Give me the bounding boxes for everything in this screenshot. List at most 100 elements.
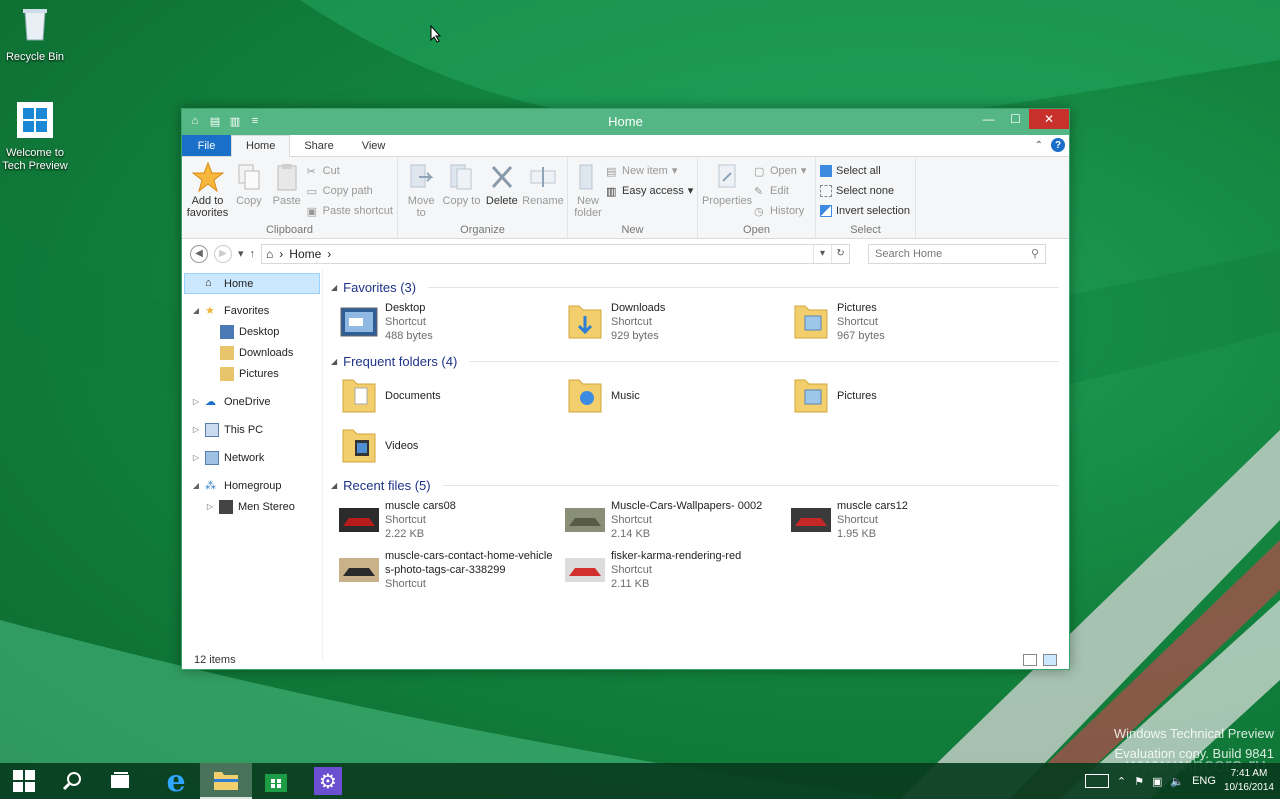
volume-icon[interactable]: 🔈 [1170, 775, 1184, 788]
paste-shortcut-button[interactable]: ▣ Paste shortcut [307, 203, 393, 218]
explorer-body: ⌂ Home ◢ ★ Favorites Desktop Downloads Pic… [182, 269, 1069, 661]
start-button[interactable] [0, 763, 48, 799]
tile-name: Pictures [837, 302, 877, 314]
tile-size: 2.14 KB [611, 528, 651, 540]
list-item[interactable]: Music [565, 371, 791, 421]
nav-item-pictures[interactable]: Pictures [182, 363, 322, 384]
welcome-desktop-icon[interactable]: Welcome to Tech Preview [0, 100, 70, 173]
touch-keyboard-icon[interactable] [1084, 774, 1109, 788]
recent-tiles: muscle cars08 Shortcut 2.22 KB Muscle-Cars… [331, 495, 1059, 595]
collapsed-arrow-icon[interactable]: ▷ [192, 425, 200, 434]
list-item[interactable]: muscle cars12 Shortcut 1.95 KB [791, 495, 1017, 545]
windows-logo-icon [17, 102, 53, 138]
expanded-arrow-icon[interactable]: ◢ [192, 481, 200, 490]
collapsed-arrow-icon[interactable]: ▷ [192, 397, 200, 406]
list-item[interactable]: Videos [339, 421, 565, 471]
recent-locations-icon[interactable]: ▾ [238, 247, 244, 260]
details-view-icon[interactable] [1023, 654, 1037, 666]
task-view-button[interactable] [96, 763, 144, 799]
frequent-section-header[interactable]: ◢ Frequent folders (4) [331, 351, 1059, 371]
list-item[interactable]: muscle-cars-contact-home-vehicle s-photo-… [339, 545, 565, 595]
forward-button[interactable]: ▶ [214, 244, 232, 263]
tile-text: muscle cars12 Shortcut 1.95 KB [837, 499, 908, 541]
cut-button[interactable]: ✂ Cut [307, 163, 393, 178]
list-item[interactable]: Desktop Shortcut 488 bytes [339, 297, 565, 347]
nav-item-network[interactable]: ▷ Network [182, 447, 322, 468]
list-item[interactable]: Pictures [791, 371, 1017, 421]
nav-item-homegroup[interactable]: ◢ ⁂ Homegroup [182, 475, 322, 496]
recent-section-header[interactable]: ◢ Recent files (5) [331, 475, 1059, 495]
list-item[interactable]: muscle cars08 Shortcut 2.22 KB [339, 495, 565, 545]
nav-item-downloads[interactable]: Downloads [182, 342, 322, 363]
nav-item-thispc[interactable]: ▷ This PC [182, 419, 322, 440]
tab-home[interactable]: Home [231, 135, 291, 157]
network-status-icon[interactable]: ▣ [1152, 775, 1162, 788]
list-item[interactable]: fisker-karma-rendering-red Shortcut 2.11 K… [565, 545, 791, 595]
store-button[interactable] [252, 763, 300, 799]
new-folder-icon [579, 164, 593, 190]
collapse-arrow-icon[interactable]: ◢ [331, 357, 337, 366]
title-bar[interactable]: ⌂ ▤ ▥ ≡ Home — ☐ ✕ [182, 109, 1069, 135]
tab-view[interactable]: View [348, 135, 400, 156]
search-input[interactable]: Search Home ⚲ [868, 243, 1047, 264]
nav-item-desktop[interactable]: Desktop [182, 321, 322, 342]
internet-explorer-button[interactable]: e [152, 763, 200, 799]
nav-item-onedrive[interactable]: ▷ ☁ OneDrive [182, 391, 322, 412]
gear-icon: ⚙ [314, 767, 342, 795]
copy-path-button[interactable]: ▭ Copy path [307, 183, 393, 198]
nav-item-home[interactable]: ⌂ Home [184, 273, 320, 294]
language-indicator[interactable]: ENG [1192, 775, 1216, 787]
recycle-bin-desktop-icon[interactable]: Recycle Bin [0, 4, 70, 63]
clock[interactable]: 7:41 AM 10/16/2014 [1224, 767, 1274, 795]
invert-selection-button[interactable]: Invert selection [820, 203, 910, 218]
list-item[interactable]: Pictures Shortcut 967 bytes [791, 297, 1017, 347]
tab-file[interactable]: File [182, 135, 231, 156]
up-arrow-icon[interactable]: ↑ [250, 248, 256, 260]
back-button[interactable]: ◀ [190, 244, 208, 263]
search-button[interactable] [48, 763, 96, 799]
collapsed-arrow-icon[interactable]: ▷ [192, 453, 200, 462]
address-bar[interactable]: ⌂ › Home › ▾ ↻ [261, 243, 851, 264]
breadcrumb-home[interactable]: Home [289, 247, 321, 261]
search-icon: ⚲ [1030, 248, 1040, 260]
minimize-button[interactable]: — [975, 109, 1002, 129]
expanded-arrow-icon[interactable]: ◢ [192, 306, 200, 315]
collapsed-arrow-icon[interactable]: ▷ [206, 502, 214, 511]
nav-item-favorites[interactable]: ◢ ★ Favorites [182, 300, 322, 321]
ribbon: Add to favorites Copy Paste ✂ Cut ▭ Copy p… [182, 157, 1069, 239]
new-item-button[interactable]: ▤ New item ▾ [606, 163, 693, 178]
collapse-arrow-icon[interactable]: ◢ [331, 481, 337, 490]
car-photo-thumbnail [565, 558, 605, 582]
history-button[interactable]: ◷ History [754, 203, 806, 218]
file-explorer-taskbar-button[interactable] [200, 763, 252, 799]
tile-type: Shortcut [611, 564, 652, 576]
tile-text: Pictures Shortcut 967 bytes [837, 301, 885, 343]
maximize-button[interactable]: ☐ [1002, 109, 1029, 129]
refresh-icon[interactable]: ↻ [831, 244, 849, 263]
list-item[interactable]: Documents [339, 371, 565, 421]
show-hidden-icons-icon[interactable]: ⌃ [1117, 775, 1126, 788]
easy-access-button[interactable]: ▥ Easy access ▾ [606, 183, 693, 198]
open-button[interactable]: ▢ Open ▾ [754, 163, 806, 178]
section-divider [469, 360, 1059, 362]
large-icons-view-icon[interactable] [1043, 654, 1057, 666]
tile-text: Desktop Shortcut 488 bytes [385, 301, 433, 343]
help-icon[interactable]: ? [1051, 138, 1065, 152]
tab-share[interactable]: Share [290, 135, 347, 156]
settings-button[interactable]: ⚙ [304, 763, 352, 799]
tile-type: Shortcut [385, 514, 426, 526]
edit-button[interactable]: ✎ Edit [754, 183, 806, 198]
ribbon-tabs: File Home Share View ⌃ ? [182, 135, 1069, 157]
list-item[interactable]: Muscle-Cars-Wallpapers- 0002 Shortcut 2.14… [565, 495, 791, 545]
favorites-section-header[interactable]: ◢ Favorites (3) [331, 277, 1059, 297]
list-item[interactable]: Downloads Shortcut 929 bytes [565, 297, 791, 347]
tile-name: muscle cars12 [837, 500, 908, 512]
collapse-arrow-icon[interactable]: ◢ [331, 283, 337, 292]
select-none-button[interactable]: Select none [820, 183, 910, 198]
address-dropdown-icon[interactable]: ▾ [813, 244, 831, 263]
select-all-button[interactable]: Select all [820, 163, 910, 178]
minimize-ribbon-icon[interactable]: ⌃ [1035, 140, 1043, 151]
close-button[interactable]: ✕ [1029, 109, 1069, 129]
nav-item-men-stereo[interactable]: ▷ Men Stereo [182, 496, 322, 517]
action-center-flag-icon[interactable]: ⚑ [1134, 775, 1144, 788]
